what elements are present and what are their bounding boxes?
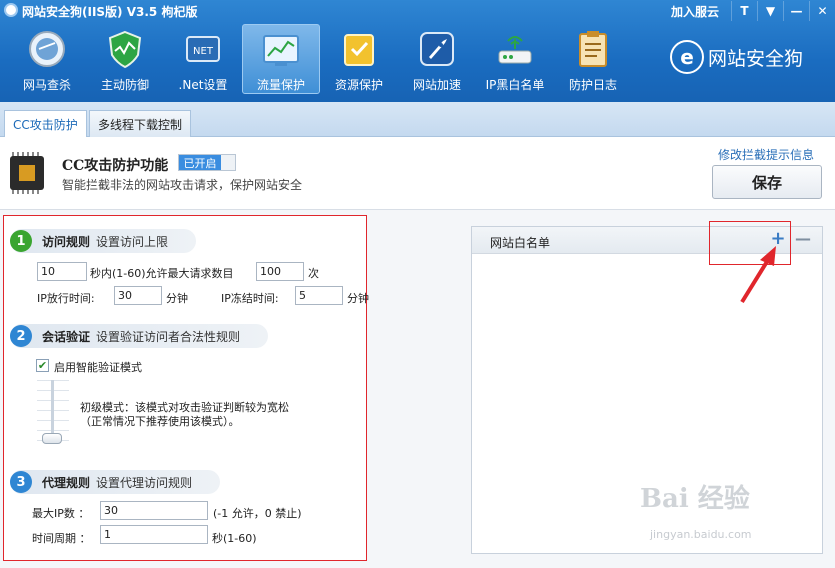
annotation-arrow-icon <box>740 246 776 304</box>
tool-label: 资源保护 <box>334 78 383 92</box>
watermark-text: Bai 经验 <box>640 484 750 514</box>
max-requests-input[interactable]: 100 <box>256 262 304 281</box>
tool-label: 主动防御 <box>100 78 149 92</box>
tool-active-defense[interactable]: 主动防御 <box>86 24 164 94</box>
minimize-button[interactable]: — <box>783 1 809 21</box>
feature-toggle[interactable]: 已开启 <box>178 154 236 171</box>
tool-net-settings[interactable]: NET .Net设置 <box>164 24 242 94</box>
menu-button[interactable]: ▼ <box>757 1 783 21</box>
ip-freeze-label: IP冻结时间: <box>221 292 279 305</box>
max-ip-input[interactable]: 30 <box>100 501 208 520</box>
app-header: 网站安全狗(IIS版) V3.5 枸杞版 加入服云 T ▼ — ✕ 网马查杀 主… <box>0 0 835 102</box>
traffic-chart-icon <box>259 28 303 71</box>
ip-freeze-input[interactable]: 5 <box>295 286 343 305</box>
app-logo-icon <box>4 3 18 17</box>
max-ip-hint: (-1 允许，0 禁止) <box>213 507 302 520</box>
shield-icon <box>103 27 147 71</box>
tool-ip-blacklist[interactable]: IP黑白名单 <box>476 24 554 94</box>
tool-label: 网站加速 <box>412 78 461 92</box>
brand-e-icon: e <box>670 40 704 74</box>
tool-protection-log[interactable]: 防护日志 <box>554 24 632 94</box>
clipboard-icon <box>571 27 615 71</box>
tool-label: 网马查杀 <box>22 78 71 92</box>
rocket-icon <box>415 27 459 71</box>
section-title: 访问规则 <box>42 234 91 249</box>
section-title: 会话验证 <box>42 329 91 344</box>
sub-tabs: CC攻击防护 多线程下载控制 <box>0 102 835 138</box>
feature-title: CC攻击防护功能 <box>62 158 169 174</box>
mode-recommendation: （正常情况下推荐使用该模式）。 <box>80 415 240 428</box>
step-number: 1 <box>10 230 32 252</box>
tool-site-acceleration[interactable]: 网站加速 <box>398 24 476 94</box>
section-desc: 设置验证访问者合法性规则 <box>96 329 241 344</box>
title-bar: 网站安全狗(IIS版) V3.5 枸杞版 加入服云 T ▼ — ✕ <box>0 0 835 22</box>
net-icon: NET <box>181 27 225 71</box>
seconds-label: 秒内(1-60)允许最大请求数目 <box>90 267 234 280</box>
tool-webshell-scan[interactable]: 网马查杀 <box>8 24 86 94</box>
brand-name: 网站安全狗 <box>708 47 804 70</box>
join-cloud-link[interactable]: 加入服云 <box>671 3 719 20</box>
feature-subtitle: 智能拦截非法的网站攻击请求，保护网站安全 <box>62 178 303 192</box>
smart-verify-label: 启用智能验证模式 <box>54 361 142 374</box>
tool-label: .Net设置 <box>178 78 228 92</box>
folder-icon <box>337 27 381 71</box>
tool-label: 防护日志 <box>568 78 617 92</box>
section-desc: 设置代理访问规则 <box>96 475 193 490</box>
watermark-url: jingyan.baidu.com <box>650 528 752 541</box>
times-unit: 次 <box>308 267 319 280</box>
period-hint: 秒(1-60) <box>212 532 257 545</box>
svg-text:NET: NET <box>193 46 214 57</box>
main-toolbar: 网马查杀 主动防御 NET .Net设置 流量保护 资源保护 网站加速 IP黑白… <box>8 24 632 94</box>
period-input[interactable]: 1 <box>100 525 208 544</box>
edit-block-message-link[interactable]: 修改拦截提示信息 <box>718 146 814 163</box>
smart-verify-checkbox[interactable]: ✔ <box>36 359 49 372</box>
tab-cc-protection[interactable]: CC攻击防护 <box>4 110 87 138</box>
section-title: 代理规则 <box>42 475 91 490</box>
skin-button[interactable]: T <box>731 1 757 21</box>
window-title: 网站安全狗(IIS版) V3.5 枸杞版 <box>22 5 198 19</box>
router-icon <box>493 27 537 71</box>
ip-release-input[interactable]: 30 <box>114 286 162 305</box>
section-proxy-rules: 3 代理规则 设置代理访问规则 <box>10 470 221 494</box>
section-session-verify: 2 会话验证 设置验证访问者合法性规则 <box>10 324 269 348</box>
window-controls: 加入服云 T ▼ — ✕ <box>671 0 835 22</box>
close-button[interactable]: ✕ <box>809 1 835 21</box>
step-number: 3 <box>10 471 32 493</box>
tool-traffic-protection[interactable]: 流量保护 <box>242 24 320 94</box>
ip-freeze-unit: 分钟 <box>347 292 369 305</box>
tool-label: 流量保护 <box>256 78 305 92</box>
max-ip-label: 最大IP数 ： <box>32 507 90 520</box>
chip-icon <box>10 156 44 190</box>
section-desc: 设置访问上限 <box>96 234 169 249</box>
tab-download-control[interactable]: 多线程下载控制 <box>89 110 192 137</box>
remove-whitelist-button[interactable]: — <box>795 231 811 247</box>
section-visit-rules: 1 访问规则 设置访问上限 <box>10 229 197 253</box>
ip-release-label: IP放行时间: <box>37 292 95 305</box>
save-button[interactable]: 保存 <box>712 165 822 199</box>
ip-release-unit: 分钟 <box>166 292 188 305</box>
tool-label: IP黑白名单 <box>485 78 545 92</box>
whitelist-title: 网站白名单 <box>490 236 551 250</box>
brand-logo: e 网站安全狗 <box>670 40 803 74</box>
globe-scan-icon <box>25 27 69 71</box>
step-number: 2 <box>10 325 32 347</box>
seconds-input[interactable]: 10 <box>37 262 87 281</box>
slider-thumb[interactable] <box>42 433 62 444</box>
toggle-status: 已开启 <box>179 155 221 170</box>
tool-resource-protection[interactable]: 资源保护 <box>320 24 398 94</box>
period-label: 时间周期 ： <box>32 532 91 545</box>
